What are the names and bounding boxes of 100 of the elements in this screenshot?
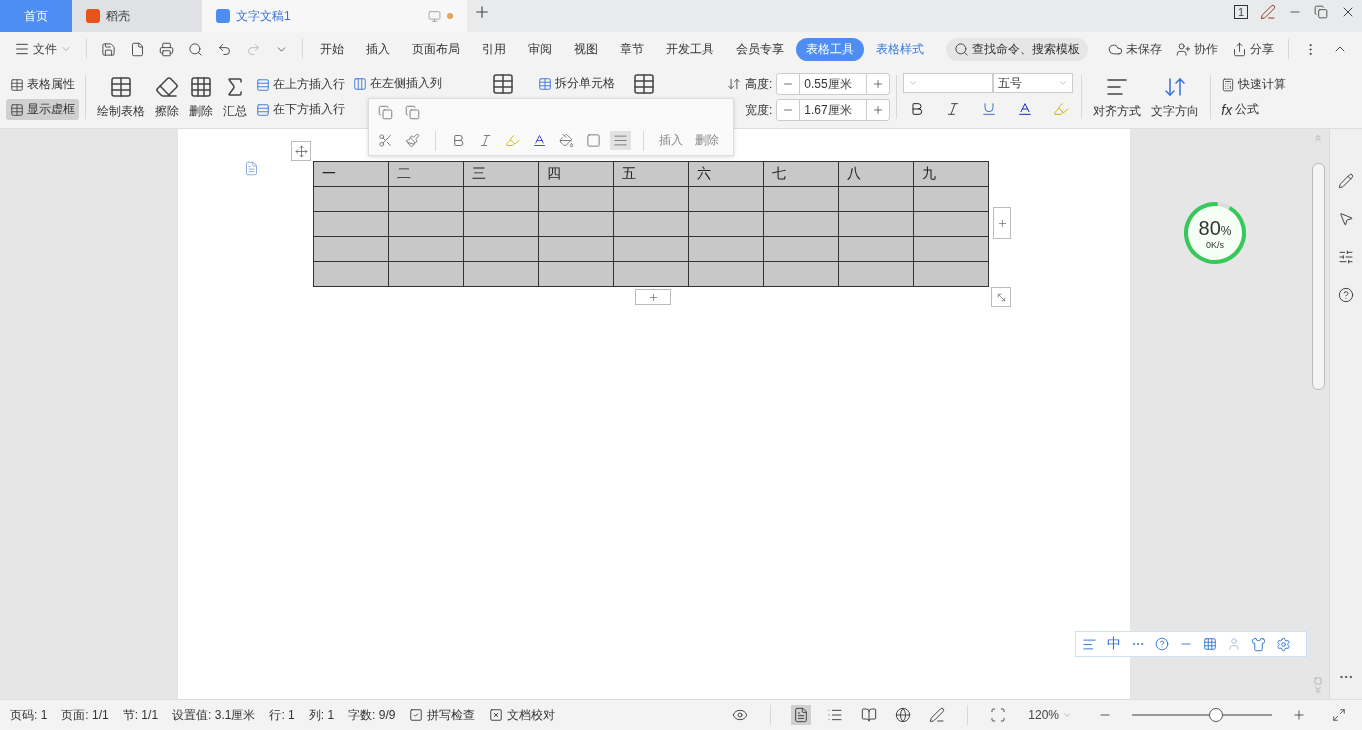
plus-icon (996, 217, 1008, 229)
save-icon (100, 41, 116, 57)
meter-speed: 0K/s (1206, 239, 1224, 250)
status-text: 行: 1 (269, 706, 295, 724)
add-row-handle[interactable] (635, 289, 671, 305)
table-cell: 九 (913, 161, 989, 187)
keyboard-icon (1203, 637, 1217, 651)
app-logo-icon (86, 9, 100, 23)
bold-icon (451, 133, 466, 148)
field-label: 高度: (745, 75, 773, 93)
resize-table-handle[interactable] (991, 287, 1011, 307)
ribbon-button[interactable]: 对齐方式 (1088, 74, 1147, 120)
rows-icon (256, 102, 270, 117)
plus-icon (872, 78, 885, 90)
document-tab[interactable]: 稻壳 (72, 0, 202, 32)
proofread-button[interactable]: 文档校对 (489, 706, 556, 724)
x-box-icon (489, 708, 504, 722)
rows-icon (256, 77, 270, 92)
book-icon (861, 707, 878, 723)
ribbon-button[interactable]: fx 公式 (1217, 99, 1291, 120)
plus-icon (1292, 708, 1306, 722)
ribbon-button[interactable]: 在下方插入行 (252, 99, 349, 120)
tab-label: 首页 (24, 7, 48, 25)
move-table-handle[interactable] (291, 141, 311, 161)
ribbon-tab[interactable]: 审阅 (518, 37, 563, 61)
ribbon-tab[interactable]: 视图 (564, 37, 609, 61)
fullscreen-icon (1332, 708, 1346, 722)
app-logo-icon (216, 9, 230, 23)
status-text: 列: 1 (308, 706, 335, 724)
chevron-down-icon (1062, 710, 1072, 720)
table-cell: 三 (463, 161, 539, 187)
printer-icon (158, 41, 174, 57)
zoom-level-dropdown[interactable]: 120% (1022, 703, 1078, 727)
table-icon (10, 77, 24, 92)
table-pen-icon (109, 74, 133, 99)
toolbar-action-button[interactable]: 协作 (1170, 37, 1225, 61)
zoom-thumb[interactable] (1209, 708, 1223, 722)
plus-icon (647, 291, 659, 303)
globe-icon (895, 707, 912, 723)
menu-icon (14, 41, 30, 57)
mini-toolbar-button[interactable]: 删除 (692, 130, 722, 151)
ribbon-button[interactable]: 表格属性 (6, 74, 79, 95)
chevron-down-icon (908, 78, 919, 88)
font-color-icon (1017, 101, 1034, 117)
paint-bucket-icon (559, 133, 574, 148)
shirt-icon (1251, 636, 1266, 652)
calculator-icon (1221, 77, 1236, 92)
checkbox[interactable] (409, 708, 424, 722)
ribbon-tab[interactable]: 表格样式 (866, 37, 935, 61)
scroll-up-icon (1313, 133, 1323, 143)
toolbar-action-button[interactable]: 未保存 (1102, 37, 1169, 61)
ribbon-button[interactable]: 显示虚框 (6, 99, 79, 120)
document-tab[interactable]: 文字文稿1 (202, 0, 467, 32)
ribbon-button[interactable]: 汇总 (218, 74, 252, 120)
move-icon (294, 144, 308, 158)
ribbon-tab[interactable]: 引用 (472, 37, 517, 61)
document-icon (244, 161, 259, 176)
ribbon-tab[interactable]: 页面布局 (402, 37, 471, 61)
ribbon-button[interactable]: 文字方向 (1146, 74, 1205, 120)
ribbon-button[interactable]: 在左侧插入列 (349, 73, 446, 94)
ribbon-tab[interactable]: 插入 (356, 37, 401, 61)
table-icon (10, 102, 24, 117)
table-icon (491, 72, 515, 96)
size-value[interactable]: 0.55厘米 (799, 74, 868, 94)
table-cell: 六 (688, 161, 764, 187)
chevron-down-icon (1058, 78, 1069, 88)
ribbon-button[interactable]: 快速计算 (1217, 74, 1291, 95)
font-name-field[interactable] (903, 73, 994, 93)
resize-icon (995, 291, 1007, 303)
page-count-button[interactable]: 1 (1227, 0, 1254, 24)
formula-icon: fx (1221, 101, 1233, 118)
page-view-button[interactable] (791, 705, 812, 725)
pencil-icon (1338, 173, 1354, 189)
ribbon-button[interactable]: 在上方插入行 (252, 74, 349, 95)
memory-meter (1183, 201, 1247, 265)
command-search-field[interactable]: 查找命令、搜索模板 (946, 37, 1089, 61)
columns-icon (353, 76, 367, 91)
ribbon-tab[interactable]: 开始 (310, 37, 355, 61)
file-menu[interactable]: 文件 (8, 37, 78, 61)
ribbon-button[interactable]: 删除 (184, 74, 218, 120)
ime-mode[interactable]: 中 (1107, 635, 1121, 653)
size-value[interactable]: 1.67厘米 (799, 100, 868, 120)
ribbon-tab[interactable]: 章节 (610, 37, 655, 61)
spell-check-toggle[interactable]: 拼写检查 (409, 706, 476, 724)
ribbon-tab[interactable]: 开发工具 (656, 37, 725, 61)
ribbon-tab[interactable]: 会员专享 (726, 37, 795, 61)
scrollbar-thumb[interactable] (1311, 163, 1325, 390)
align-button[interactable] (610, 131, 631, 150)
ribbon-button[interactable]: 绘制表格 (92, 74, 150, 120)
table-cell: 五 (613, 161, 689, 187)
pointer-icon (1338, 211, 1354, 227)
height-icon (727, 77, 741, 91)
font-size-field[interactable]: 五号 (993, 73, 1074, 93)
add-column-handle[interactable] (993, 207, 1011, 239)
mini-toolbar-button[interactable]: 插入 (656, 130, 686, 151)
toolbar-action-button[interactable]: 分享 (1226, 37, 1281, 61)
ribbon-button[interactable]: 拆分单元格 (534, 73, 619, 94)
ribbon-button[interactable]: 擦除 (150, 74, 184, 120)
table-cell: 一 (313, 161, 389, 187)
status-text: 页码: 1 (10, 706, 48, 724)
